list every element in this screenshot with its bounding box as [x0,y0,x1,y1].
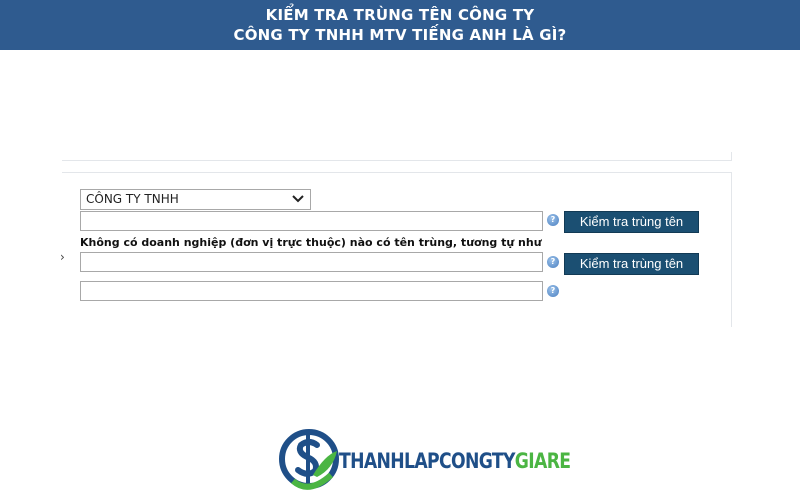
company-name-input[interactable] [80,211,543,231]
company-type-selected-value: CÔNG TY TNHH [86,192,179,206]
help-icon[interactable]: ? [547,214,559,226]
company-name-input-2[interactable] [80,252,543,272]
help-icon[interactable]: ? [547,285,559,297]
check-duplicate-name-button[interactable]: Kiểm tra trùng tên [564,211,699,233]
panel-divider-top [62,160,732,161]
brand-logo-text-part1: THANHLAPCONGTY [339,449,515,473]
panel-border-right [731,172,732,327]
dollar-leaf-icon [279,429,339,490]
banner-title-line1: KIỂM TRA TRÙNG TÊN CÔNG TY [265,6,535,24]
banner-title-line2: CÔNG TY TNHH MTV TIẾNG ANH LÀ GÌ? [233,26,567,44]
panel-border-top [62,172,732,173]
brand-logo-text-part2: GIARE [514,449,571,473]
panel-divider-tick [731,152,732,161]
result-message: Không có doanh nghiệp (đơn vị trực thuộc… [80,236,542,249]
brand-logo-text: THANHLAPCONGTYGIARE [339,449,571,473]
check-duplicate-name-button-2[interactable]: Kiểm tra trùng tên [564,253,699,275]
company-type-select[interactable]: CÔNG TY TNHH [80,189,311,210]
chevron-right-icon: › [60,250,65,264]
help-icon[interactable]: ? [547,256,559,268]
company-name-input-3[interactable] [80,281,543,301]
header-banner: KIỂM TRA TRÙNG TÊN CÔNG TY CÔNG TY TNHH … [0,0,800,50]
chevron-down-icon [292,190,304,209]
